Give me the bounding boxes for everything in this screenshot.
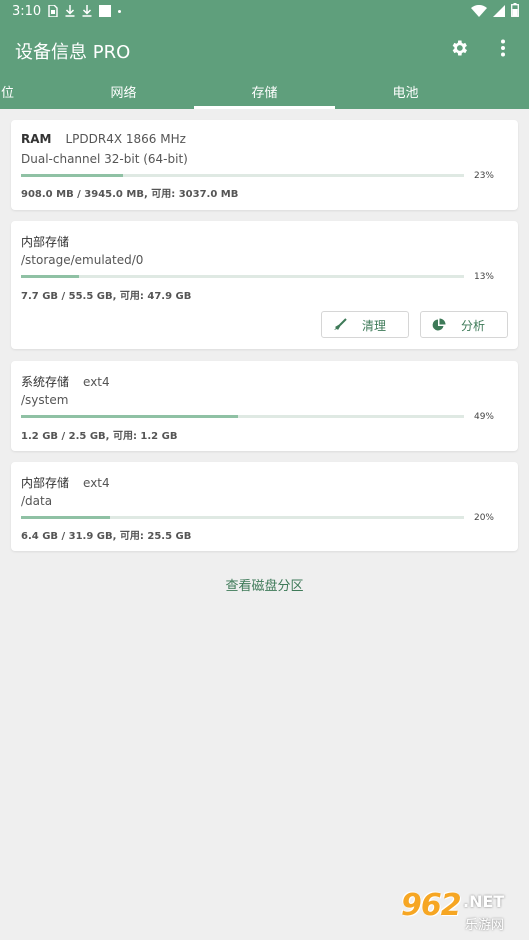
app-actions (447, 38, 515, 62)
usage-bar-fill (21, 516, 110, 519)
app-bar: 设备信息 PRO (0, 24, 529, 80)
usage-bar (21, 275, 464, 278)
tab-network[interactable]: 网络 (53, 80, 194, 109)
analyze-button-label: 分析 (461, 319, 486, 333)
usage-percent: 13% (473, 272, 494, 282)
usage-bar (21, 415, 464, 418)
download-icon (65, 2, 75, 21)
tab-bar: 位 网络 存储 电池 (0, 80, 529, 109)
view-partitions-link[interactable]: 查看磁盘分区 (0, 575, 529, 594)
usage-bar (21, 516, 464, 519)
signal-icon (493, 2, 505, 21)
system-storage-card: 系统存储 ext4 /system 49% 1.2 GB / 2.5 GB, 可用… (11, 361, 518, 451)
settings-button[interactable] (447, 38, 471, 62)
internal-storage-card: 内部存储 /storage/emulated/0 13% 7.7 GB / 55… (11, 221, 518, 349)
gear-icon (449, 38, 469, 62)
tab-storage[interactable]: 存储 (194, 80, 335, 109)
usage-bar (21, 174, 464, 177)
card-subtitle: LPDDR4X 1866 MHz (65, 132, 186, 146)
broom-icon (332, 317, 348, 333)
card-path: /storage/emulated/0 (21, 253, 144, 267)
usage-bar-fill (21, 174, 123, 177)
card-detail: Dual-channel 32-bit (64-bit) (21, 152, 188, 166)
dot-icon (118, 9, 121, 13)
status-icons-left (48, 3, 121, 19)
status-bar: 3:10 (0, 0, 529, 24)
watermark-number: 962 (401, 888, 462, 923)
sim-icon (48, 2, 58, 21)
card-title: RAM (21, 132, 52, 146)
app-title: 设备信息 PRO (15, 42, 131, 63)
card-path: /data (21, 494, 53, 508)
card-filesystem: ext4 (83, 375, 110, 389)
more-vert-icon (500, 39, 506, 61)
card-title: 系统存储 (21, 375, 70, 389)
tab-battery[interactable]: 电池 (335, 80, 476, 109)
tab-indicator (194, 106, 335, 109)
usage-percent: 49% (473, 412, 494, 422)
card-path: /system (21, 393, 69, 407)
usage-stats: 7.7 GB / 55.5 GB, 可用: 47.9 GB (21, 291, 192, 302)
watermark-site: 乐游网 (465, 918, 505, 933)
pie-chart-icon (431, 317, 447, 333)
download-icon (82, 2, 92, 21)
usage-stats: 1.2 GB / 2.5 GB, 可用: 1.2 GB (21, 431, 178, 442)
card-title: 内部存储 (21, 235, 70, 249)
usage-stats: 908.0 MB / 3945.0 MB, 可用: 3037.0 MB (21, 189, 239, 200)
watermark-logo: 962 .NET 乐游网 (395, 888, 523, 934)
wifi-icon (471, 2, 487, 21)
status-icons-right (471, 2, 519, 21)
data-storage-card: 内部存储 ext4 /data 20% 6.4 GB / 31.9 GB, 可用:… (11, 462, 518, 551)
usage-bar-fill (21, 415, 239, 418)
ram-card: RAM LPDDR4X 1866 MHz Dual-channel 32-bit … (11, 120, 518, 210)
more-options-button[interactable] (491, 38, 515, 62)
card-filesystem: ext4 (83, 476, 110, 490)
battery-icon (511, 2, 519, 21)
square-notification-icon (99, 5, 111, 17)
analyze-button[interactable]: 分析 (420, 311, 508, 338)
status-time: 3:10 (12, 4, 42, 19)
clean-button[interactable]: 清理 (321, 311, 409, 338)
usage-percent: 20% (473, 513, 494, 523)
clean-button-label: 清理 (362, 319, 387, 333)
card-title: 内部存储 (21, 476, 70, 490)
usage-bar-fill (21, 275, 79, 278)
watermark-suffix: .NET (463, 892, 505, 911)
usage-percent: 23% (473, 171, 494, 181)
usage-stats: 6.4 GB / 31.9 GB, 可用: 25.5 GB (21, 531, 192, 542)
